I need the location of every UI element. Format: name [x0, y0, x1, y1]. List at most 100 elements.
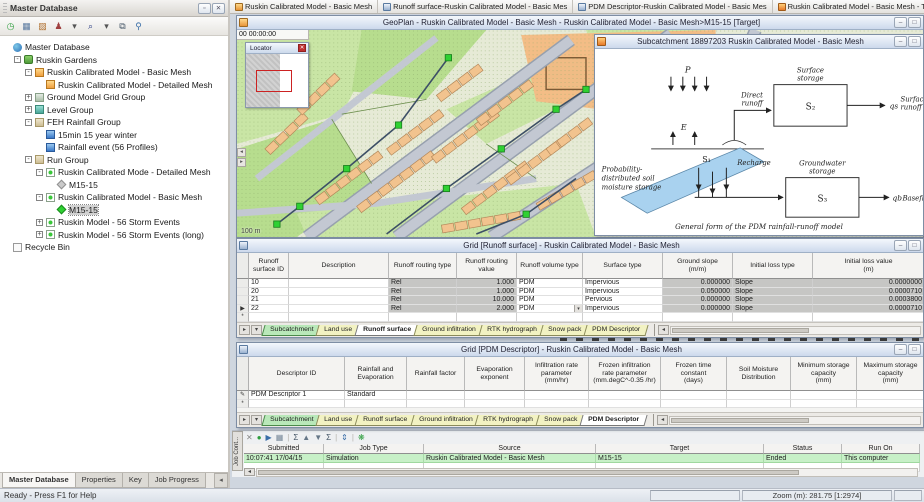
sheet-tab-subcatchment[interactable]: Subcatchment	[261, 414, 323, 426]
sheet-tab-pdm-descriptor[interactable]: PDM Descriptor	[583, 324, 649, 336]
cell[interactable]: Standard	[345, 391, 407, 400]
scroll-left-button[interactable]: ◂	[244, 468, 255, 476]
cell[interactable]	[791, 399, 857, 408]
find-dropdown-icon[interactable]: ▾	[100, 20, 113, 33]
cell[interactable]: Rel	[389, 287, 457, 296]
expand-toggle[interactable]: -	[36, 168, 43, 176]
cell[interactable]: Rel	[389, 304, 457, 313]
subcatchment-node-marker[interactable]	[296, 202, 304, 210]
cell[interactable]	[791, 391, 857, 400]
cell[interactable]	[727, 391, 791, 400]
subcatchment-node-marker[interactable]	[497, 145, 505, 153]
float-window-button[interactable]: ▫	[198, 2, 211, 14]
tree-item-ruskin-calibrated-model-basic-mesh[interactable]: - Ruskin Calibrated Model - Basic Mesh	[0, 66, 228, 79]
cell[interactable]: PDM	[517, 279, 583, 288]
tree-item-15min-15-year-winter[interactable]: 15min 15 year winter	[0, 129, 228, 142]
tree-item-ruskin-model-56-storm-events[interactable]: + Ruskin Model - 56 Storm Events	[0, 216, 228, 229]
locator-view-rectangle[interactable]	[256, 70, 292, 92]
sheet-tab-ground-infiltration[interactable]: Ground infiltration	[409, 414, 481, 426]
panel-tab-job-progress[interactable]: Job Progress	[147, 473, 206, 488]
maximize-button[interactable]: □	[908, 344, 921, 355]
locator-titlebar[interactable]: Locator ✕	[246, 43, 308, 54]
sort-asc-icon[interactable]: ▲	[302, 433, 310, 442]
cell[interactable]: 21	[249, 296, 289, 305]
column-header-surface-type[interactable]: Surface type	[583, 253, 663, 279]
new-window-icon[interactable]: ▦	[20, 20, 33, 33]
subcatchment-node-marker[interactable]	[343, 165, 351, 173]
expand-toggle[interactable]: -	[25, 156, 32, 164]
cell[interactable]: PDM Descriptor 1	[249, 391, 345, 400]
cell[interactable]: 0.0000710	[813, 287, 923, 296]
table-row[interactable]: ✎ PDM Descriptor 1 Standard	[237, 391, 923, 400]
cell[interactable]	[589, 391, 661, 400]
tree-item-level-group[interactable]: + Level Group	[0, 104, 228, 117]
cell[interactable]	[407, 391, 465, 400]
column-header-source[interactable]: Source	[424, 444, 596, 454]
cell[interactable]	[517, 313, 583, 322]
dropdown-icon[interactable]: ▾	[574, 304, 582, 312]
column-header-runoff-routing-type[interactable]: Runoff routing type	[389, 253, 457, 279]
tree-item-rainfall-event-56-profiles[interactable]: Rainfall event (56 Profiles)	[0, 141, 228, 154]
cell[interactable]: 10	[249, 279, 289, 288]
locator-close-button[interactable]: ✕	[298, 44, 306, 52]
maximize-button[interactable]: □	[908, 36, 921, 47]
table-row[interactable]: 10 Rel 1.000 PDM Impervious 0.000000 Slope 0.00…	[237, 279, 923, 288]
cell[interactable]	[727, 399, 791, 408]
tree-item-feh-rainfall-group[interactable]: - FEH Rainfall Group	[0, 116, 228, 129]
column-header-rainfall-factor[interactable]: Rainfall factor	[407, 357, 465, 391]
table-row[interactable]: ▶ 22 Rel 2.000 PDM ▾ Impervious 0.000000 Slope 0.…	[237, 304, 923, 313]
cell[interactable]	[289, 304, 389, 313]
resize-icon[interactable]: ⇕	[341, 433, 348, 442]
sheet-tab-ground-infiltration[interactable]: Ground infiltration	[413, 324, 485, 336]
column-header-submitted[interactable]: Submitted	[244, 444, 324, 454]
cell[interactable]: Impervious	[583, 279, 663, 288]
cell[interactable]	[733, 313, 813, 322]
table-row[interactable]: *	[237, 313, 923, 322]
column-header-target[interactable]: Target	[596, 444, 764, 454]
subcatchment-node-marker[interactable]	[522, 210, 530, 218]
scrollbar-track[interactable]	[256, 467, 918, 477]
cell[interactable]	[661, 399, 727, 408]
tree-item-ruskin-calibrated-model-detailed-mesh[interactable]: Ruskin Calibrated Model - Detailed Mesh	[0, 79, 228, 92]
cell[interactable]: 1.000	[457, 279, 517, 288]
expand-toggle[interactable]: +	[25, 93, 32, 101]
cell[interactable]	[249, 313, 289, 322]
cell[interactable]: 0.0000000	[813, 279, 923, 288]
run-job-icon[interactable]: ▶	[266, 433, 272, 442]
sheet-tab-rtk-hydrograph[interactable]: RTK hydrograph	[478, 324, 546, 336]
window-tab-runoff-surface-ruskin-calibrated-model-basic-mes[interactable]: Runoff surface-Ruskin Calibrated Model -…	[378, 0, 574, 13]
minimize-button[interactable]: –	[894, 240, 907, 251]
column-header-initial-loss-value[interactable]: Initial loss value (m)	[813, 253, 923, 279]
scroll-left-button[interactable]: ◂	[657, 415, 669, 425]
pan-right-button[interactable]: ▸	[237, 158, 246, 167]
tree-item-m15-15[interactable]: M15-15	[0, 179, 228, 192]
cell[interactable]	[249, 399, 345, 408]
window-layout-icon[interactable]: ⧉	[116, 20, 129, 33]
cell[interactable]: 0.050000	[663, 287, 733, 296]
cell[interactable]	[289, 279, 389, 288]
locator-map-thumbnail[interactable]	[246, 54, 308, 107]
panel-tab-key[interactable]: Key	[121, 473, 149, 488]
panel-tab-master-database[interactable]: Master Database	[2, 473, 76, 488]
sheet-menu-button[interactable]: ▾	[251, 325, 262, 335]
column-header-descriptor-id[interactable]: Descriptor ID	[249, 357, 345, 391]
close-panel-button[interactable]: ✕	[212, 2, 225, 14]
cell[interactable]: M15-15	[596, 454, 764, 463]
window-tab-ruskin-calibrated-model-basic-mesh[interactable]: Ruskin Calibrated Model - Basic Mesh	[230, 0, 379, 13]
user-icon[interactable]: ♟	[52, 20, 65, 33]
cell[interactable]: Slope	[733, 287, 813, 296]
tree-item-ruskin-calibrated-mode-detailed-mesh[interactable]: - Ruskin Calibrated Mode - Detailed Mesh	[0, 166, 228, 179]
expand-toggle[interactable]: -	[25, 118, 32, 126]
runoff-grid-titlebar[interactable]: Grid [Runoff surface] - Ruskin Calibrate…	[237, 239, 923, 253]
grip-handle[interactable]	[3, 2, 7, 14]
column-header-job-type[interactable]: Job Type	[324, 444, 424, 454]
column-header-ground-slope[interactable]: Ground slope (m/m)	[663, 253, 733, 279]
cell[interactable]: Rel	[389, 296, 457, 305]
subcatchment-node-marker[interactable]	[273, 220, 281, 228]
minimize-button[interactable]: –	[894, 17, 907, 28]
cell[interactable]	[289, 296, 389, 305]
cell[interactable]: Ruskin Calibrated Model - Basic Mesh	[424, 454, 596, 463]
cell[interactable]	[661, 391, 727, 400]
scrollbar-track[interactable]	[670, 325, 921, 335]
cell[interactable]: 10.000	[457, 296, 517, 305]
